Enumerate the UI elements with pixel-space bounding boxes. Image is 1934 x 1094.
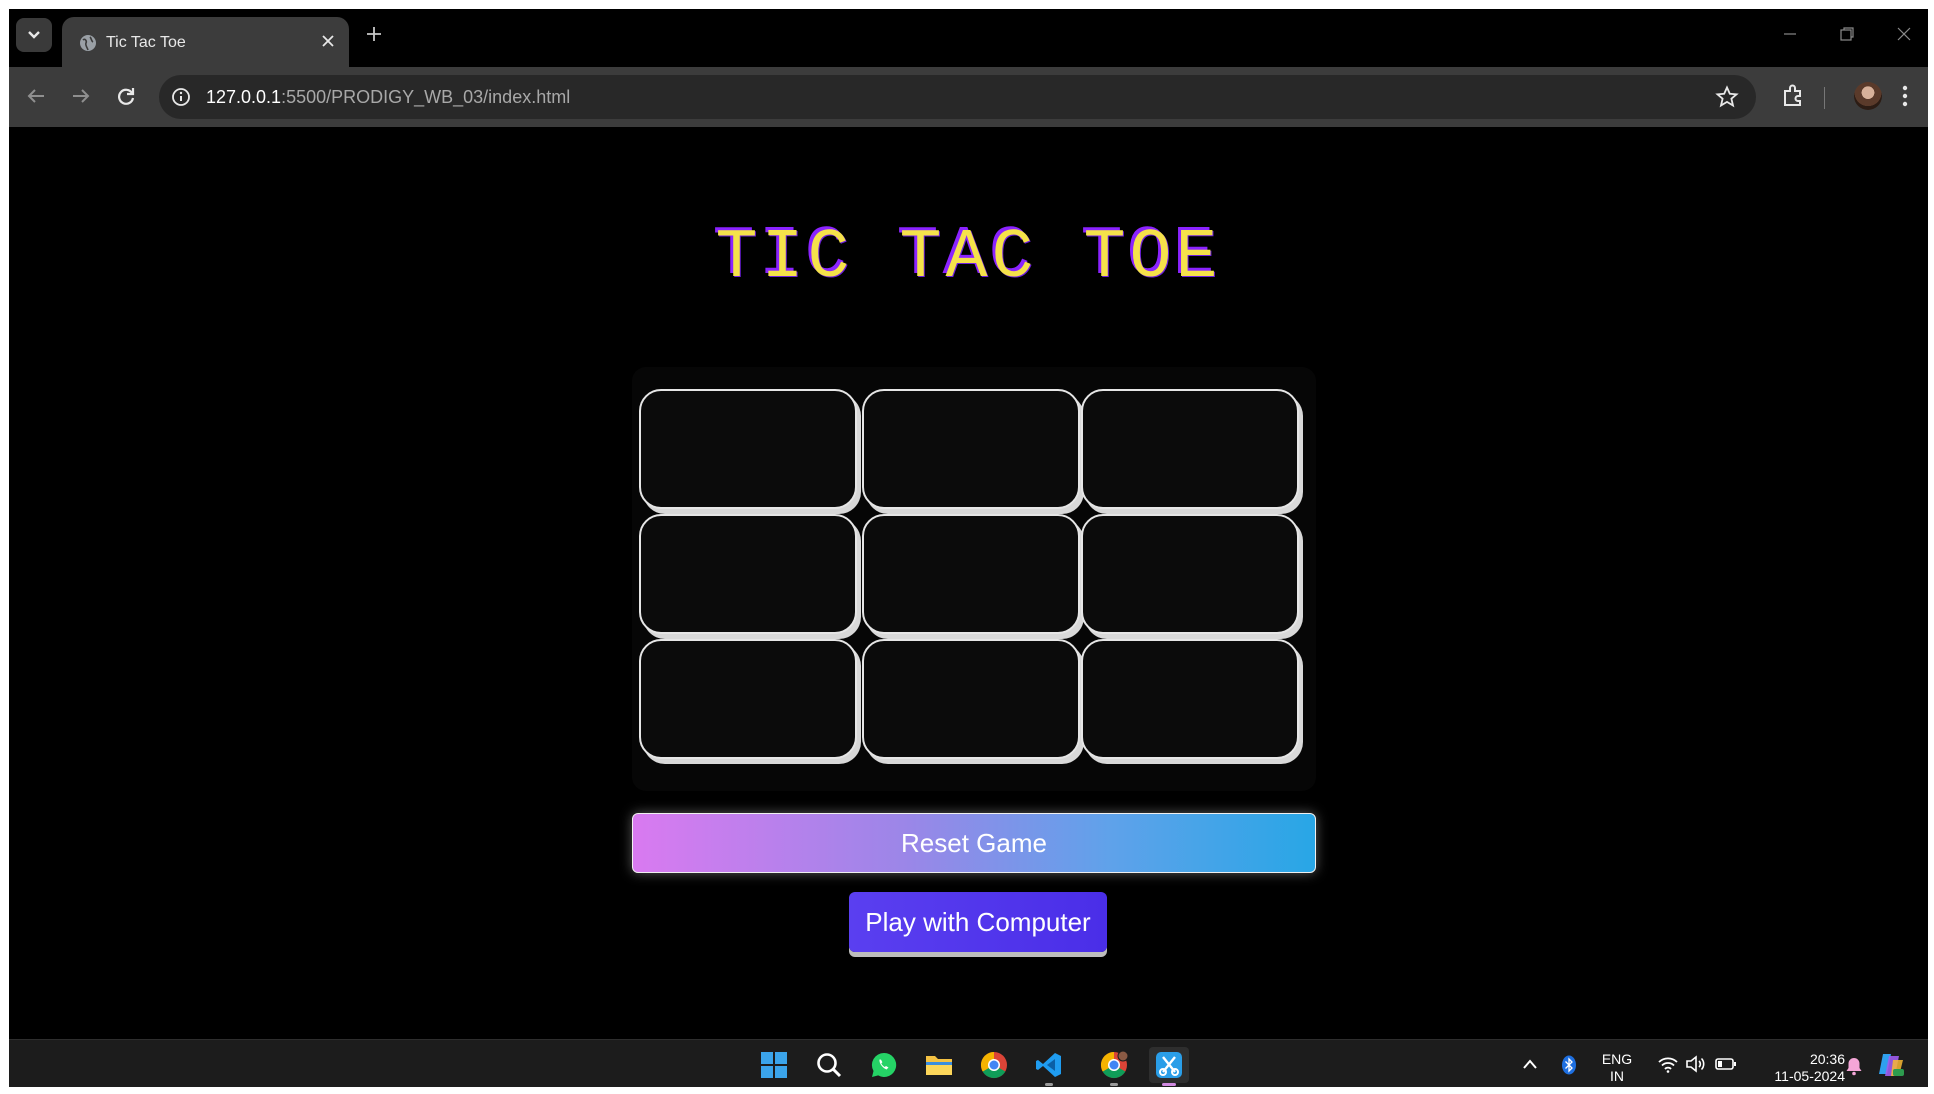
clock-time: 20:36 <box>1809 1051 1845 1067</box>
board-cell-4[interactable] <box>639 514 857 634</box>
game-title: TIC TAC TOE <box>715 219 1222 298</box>
extensions-icon[interactable] <box>1780 83 1806 109</box>
os-taskbar: ENG IN 20:36 11-05-2024 <box>9 1039 1928 1087</box>
forward-arrow-icon[interactable] <box>70 85 92 107</box>
start-icon <box>761 1052 787 1078</box>
language-line-1: ENG <box>1601 1051 1633 1067</box>
bluetooth-icon[interactable] <box>1561 1055 1577 1075</box>
tab-tic-tac-toe[interactable]: Tic Tac Toe <box>62 17 349 67</box>
show-hidden-icons-chevron-icon[interactable] <box>1522 1058 1538 1070</box>
new-tab-icon[interactable] <box>365 25 383 43</box>
whatsapp-app[interactable] <box>864 1047 904 1083</box>
chrome-icon <box>980 1051 1007 1079</box>
language-line-2: IN <box>1610 1068 1624 1084</box>
tab-title: Tic Tac Toe <box>106 34 186 51</box>
vscode-app[interactable] <box>1029 1047 1069 1086</box>
board-cell-9[interactable] <box>1081 639 1299 759</box>
chrome-profile-icon <box>1100 1050 1129 1079</box>
board-cell-7[interactable] <box>639 639 857 759</box>
snipping-tool-icon <box>1156 1052 1182 1078</box>
game-board <box>632 367 1316 791</box>
bookmark-star-icon[interactable] <box>1715 85 1739 109</box>
board-cell-6[interactable] <box>1081 514 1299 634</box>
browser-window: Tic Tac Toe 127.0.0.1:5500/PRODIGY_WB_03… <box>9 9 1928 1087</box>
board-cell-2[interactable] <box>862 389 1080 509</box>
restore-icon[interactable] <box>1839 26 1855 42</box>
more-menu-icon[interactable] <box>1901 83 1909 109</box>
board-cell-3[interactable] <box>1081 389 1299 509</box>
address-bar[interactable]: 127.0.0.1:5500/PRODIGY_WB_03/index.html <box>159 75 1756 119</box>
chevron-down-icon <box>28 31 40 39</box>
chrome-profile-app[interactable] <box>1094 1047 1134 1086</box>
notification-bell-icon[interactable] <box>1845 1056 1863 1076</box>
url-text: 127.0.0.1:5500/PRODIGY_WB_03/index.html <box>206 87 570 108</box>
language-indicator[interactable]: ENG IN <box>1595 1051 1639 1085</box>
clock[interactable]: 20:36 11-05-2024 <box>1745 1051 1845 1085</box>
board-cell-8[interactable] <box>862 639 1080 759</box>
board-cell-5[interactable] <box>862 514 1080 634</box>
file-explorer-icon <box>926 1056 952 1075</box>
reload-icon[interactable] <box>115 85 137 107</box>
url-path: :5500/PRODIGY_WB_03/index.html <box>281 87 571 107</box>
running-indicator <box>1045 1083 1053 1086</box>
tab-strip: Tic Tac Toe <box>9 9 1928 67</box>
url-host: 127.0.0.1 <box>206 87 282 107</box>
volume-icon[interactable] <box>1685 1055 1707 1073</box>
chrome-app[interactable] <box>974 1047 1014 1083</box>
minimize-icon[interactable] <box>1782 26 1798 42</box>
file-explorer-app[interactable] <box>919 1047 959 1083</box>
vscode-icon <box>1036 1053 1061 1077</box>
back-arrow-icon[interactable] <box>25 85 47 107</box>
tab-search-button[interactable] <box>16 18 52 52</box>
reset-game-button[interactable]: Reset Game <box>632 813 1316 873</box>
clock-date: 11-05-2024 <box>1774 1068 1845 1084</box>
globe-icon <box>80 35 96 51</box>
search-button[interactable] <box>809 1047 849 1083</box>
site-info-icon[interactable] <box>171 87 191 107</box>
wifi-icon[interactable] <box>1657 1055 1679 1073</box>
profile-avatar[interactable] <box>1854 82 1882 110</box>
play-with-computer-button[interactable]: Play with Computer <box>849 892 1107 952</box>
start-button[interactable] <box>754 1047 794 1083</box>
running-indicator <box>1110 1083 1118 1086</box>
battery-icon[interactable] <box>1715 1057 1737 1071</box>
search-icon <box>817 1053 842 1078</box>
browser-toolbar: 127.0.0.1:5500/PRODIGY_WB_03/index.html <box>9 67 1928 127</box>
board-cell-1[interactable] <box>639 389 857 509</box>
active-indicator <box>1162 1083 1176 1086</box>
close-icon[interactable] <box>320 33 336 49</box>
whatsapp-icon <box>871 1052 897 1077</box>
toolbar-divider <box>1824 87 1825 109</box>
copilot-icon[interactable] <box>1875 1052 1905 1078</box>
window-close-icon[interactable] <box>1896 26 1912 42</box>
page-viewport: TIC TAC TOE Reset Game Play with Compute… <box>9 127 1928 1039</box>
snipping-tool-app[interactable] <box>1149 1047 1189 1086</box>
